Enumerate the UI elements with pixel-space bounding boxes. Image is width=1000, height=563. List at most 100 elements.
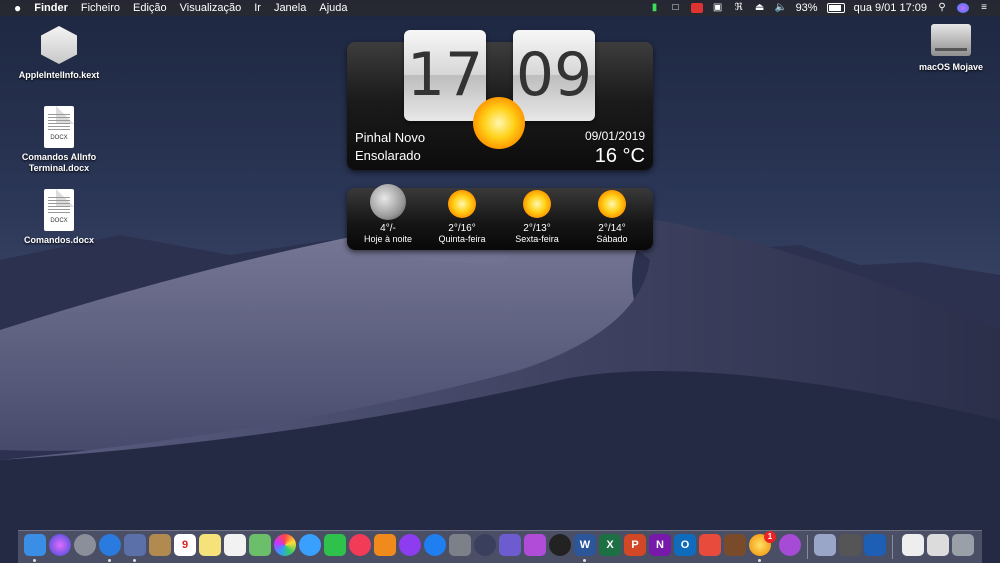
- dock: 9 W X P N O 1: [18, 530, 982, 563]
- photos-icon[interactable]: [274, 534, 296, 556]
- finder-icon[interactable]: [24, 534, 46, 556]
- notification-center-icon[interactable]: ≡: [978, 3, 990, 13]
- imovie-icon[interactable]: [399, 534, 421, 556]
- menubar-clock[interactable]: qua 9/01 17:09: [854, 0, 927, 16]
- running-indicator: [583, 559, 586, 562]
- weather-temperature: 16 °C: [594, 145, 645, 167]
- onepassword-icon[interactable]: [779, 534, 801, 556]
- docx-file-icon: DOCX: [44, 106, 74, 148]
- eject-icon[interactable]: ⏏: [754, 3, 766, 13]
- flip-clock-weather-widget[interactable]: 17 09 Pinhal Novo Ensolarado 09/01/2019 …: [347, 30, 653, 170]
- moon-icon: [370, 184, 406, 220]
- activity-monitor-icon[interactable]: ▮: [649, 3, 661, 13]
- kext-icon: [41, 26, 77, 64]
- docx-file-icon: DOCX: [44, 189, 74, 231]
- menu-ajuda[interactable]: Ajuda: [319, 0, 347, 16]
- forecast-label: Hoje à noite: [363, 234, 413, 244]
- forecast-temp: 2°/16°: [448, 223, 476, 234]
- app-icon[interactable]: [499, 534, 521, 556]
- forecast-day: 2°/14° Sábado: [574, 188, 650, 245]
- video-app-icon[interactable]: [549, 534, 571, 556]
- desktop[interactable]: ● Finder Ficheiro Edição Visualização Ir…: [0, 0, 1000, 563]
- bluetooth-icon[interactable]: ℜ: [733, 3, 745, 13]
- maps-icon[interactable]: [249, 534, 271, 556]
- itunes-icon[interactable]: [349, 534, 371, 556]
- siri-icon[interactable]: [957, 3, 969, 13]
- badge: 1: [764, 531, 776, 543]
- apple-menu-icon[interactable]: ●: [14, 0, 21, 16]
- desktop-icon-macos-mojave-drive[interactable]: macOS Mojave: [908, 24, 994, 73]
- docx-tag: DOCX: [50, 218, 68, 224]
- forecast-day: 4°/- Hoje à noite: [350, 184, 426, 245]
- desktop-icon-doc2[interactable]: DOCX Comandos.docx: [16, 189, 102, 246]
- onenote-icon[interactable]: N: [649, 534, 671, 556]
- menu-janela[interactable]: Janela: [274, 0, 306, 16]
- powerpoint-icon[interactable]: P: [624, 534, 646, 556]
- battery-percent[interactable]: 93%: [796, 0, 818, 16]
- running-indicator: [33, 559, 36, 562]
- volume-icon[interactable]: 🔈: [775, 3, 787, 13]
- desktop-icon-label: Comandos.docx: [23, 235, 94, 245]
- menu-visualizacao[interactable]: Visualização: [180, 0, 242, 16]
- weather-forecast-widget[interactable]: 4°/- Hoje à noite 2°/16° Quinta-feira 2°…: [347, 184, 653, 250]
- app-store-icon[interactable]: [424, 534, 446, 556]
- forecast-day: 2°/13° Sexta-feira: [499, 188, 575, 245]
- siri-icon[interactable]: [49, 534, 71, 556]
- clock-hour: 17: [404, 30, 486, 121]
- notes-icon[interactable]: [199, 534, 221, 556]
- weather-city: Pinhal Novo: [355, 130, 426, 145]
- display-icon[interactable]: ▣: [712, 3, 724, 13]
- folder-stack-icon[interactable]: [927, 534, 949, 556]
- popcorn-icon[interactable]: [699, 534, 721, 556]
- forecast-label: Sexta-feira: [515, 234, 559, 244]
- battery-icon[interactable]: [826, 3, 845, 13]
- excel-icon[interactable]: X: [599, 534, 621, 556]
- dock-separator: [892, 535, 893, 559]
- menu-ir[interactable]: Ir: [254, 0, 261, 16]
- sun-icon: [473, 97, 525, 149]
- books-icon[interactable]: [374, 534, 396, 556]
- menu-edicao[interactable]: Edição: [133, 0, 167, 16]
- messages-icon[interactable]: [299, 534, 321, 556]
- app-icon[interactable]: [724, 534, 746, 556]
- menu-ficheiro[interactable]: Ficheiro: [81, 0, 120, 16]
- system-preferences-icon[interactable]: [449, 534, 471, 556]
- preview-icon[interactable]: [124, 534, 146, 556]
- desktop-icon-label: macOS Mojave: [918, 62, 984, 72]
- reminders-icon[interactable]: [224, 534, 246, 556]
- facetime-icon[interactable]: [324, 534, 346, 556]
- document-icon[interactable]: [902, 534, 924, 556]
- running-indicator: [758, 559, 761, 562]
- forecast-temp: 4°/-: [380, 223, 396, 234]
- contacts-icon[interactable]: [149, 534, 171, 556]
- sun-icon: [598, 190, 626, 218]
- forecast-day: 2°/16° Quinta-feira: [424, 188, 500, 245]
- word-icon[interactable]: W: [574, 534, 596, 556]
- desktop-icon-doc1[interactable]: DOCX Comandos AIInfo Terminal.docx: [16, 106, 102, 174]
- affinity-icon[interactable]: [524, 534, 546, 556]
- trash-icon[interactable]: [952, 534, 974, 556]
- desktop-icon-label: Comandos AIInfo Terminal.docx: [21, 152, 97, 173]
- forecast-temp: 2°/13°: [523, 223, 551, 234]
- spotlight-search-icon[interactable]: ⚲: [936, 3, 948, 13]
- disk-utility-icon[interactable]: [474, 534, 496, 556]
- desktop-icon-kext[interactable]: AppleIntelInfo.kext: [16, 26, 102, 81]
- menu-finder[interactable]: Finder: [34, 0, 68, 16]
- clock-minute: 09: [513, 30, 595, 121]
- docx-tag: DOCX: [50, 135, 68, 141]
- utility-icon[interactable]: [839, 534, 861, 556]
- outlook-icon[interactable]: O: [674, 534, 696, 556]
- running-indicator: [108, 559, 111, 562]
- sun-icon: [448, 190, 476, 218]
- sun-icon: [523, 190, 551, 218]
- downloads-stack-icon[interactable]: [814, 534, 836, 556]
- forecast-label: Quinta-feira: [438, 234, 486, 244]
- safari-icon[interactable]: [99, 534, 121, 556]
- messages-status-icon[interactable]: □: [670, 3, 682, 13]
- desktop-icon-label: AppleIntelInfo.kext: [18, 70, 100, 80]
- calendar-icon[interactable]: 9: [174, 534, 196, 556]
- running-indicator: [133, 559, 136, 562]
- notification-red-icon[interactable]: [690, 3, 703, 13]
- activity-chart-icon[interactable]: [864, 534, 886, 556]
- launchpad-icon[interactable]: [74, 534, 96, 556]
